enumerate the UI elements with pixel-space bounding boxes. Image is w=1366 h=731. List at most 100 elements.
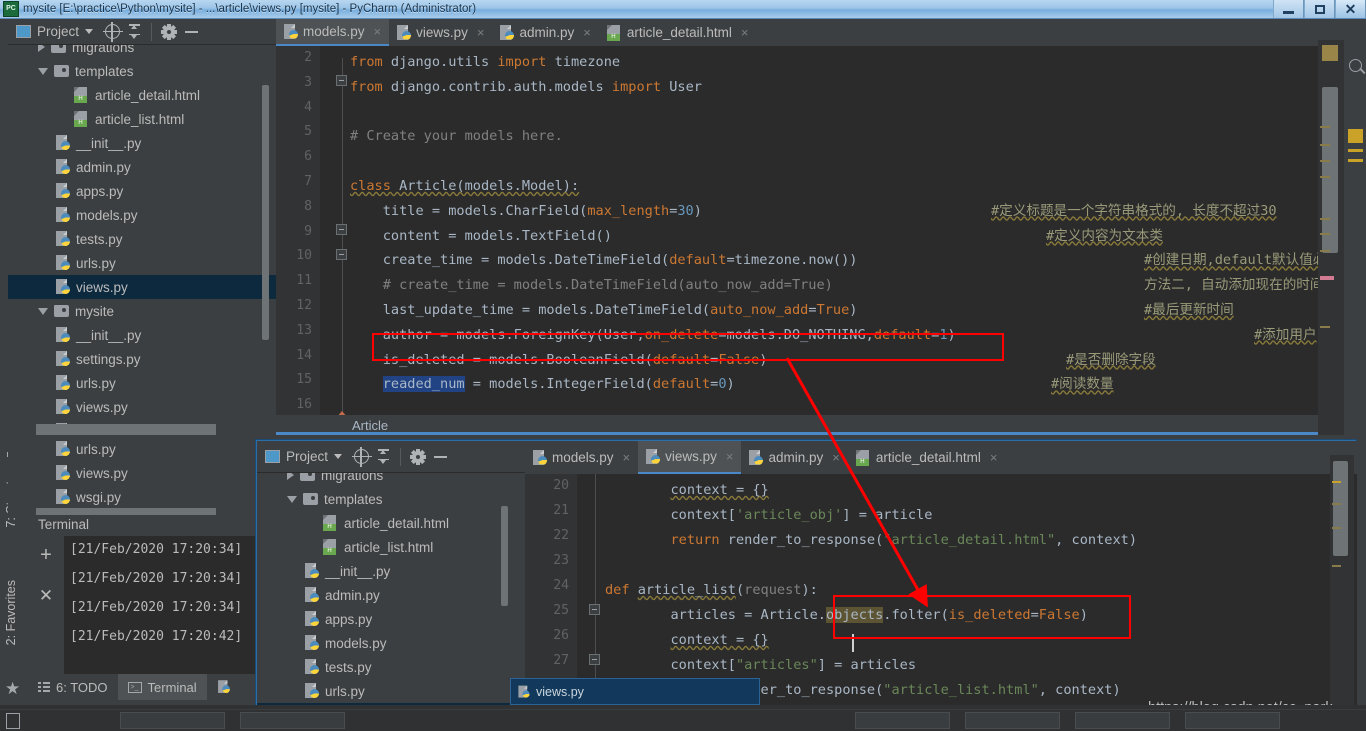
code-line[interactable]: from django.utils import timezone [350, 50, 620, 75]
tree-item-tests-py[interactable]: tests.py [8, 227, 276, 251]
editor-tabs-bottom[interactable]: models.py × views.py × admin.py × Harticle_det… [525, 441, 1357, 474]
tree-item-models-py[interactable]: models.py [257, 631, 525, 655]
chevron-right-icon[interactable] [38, 45, 45, 52]
project-tree-scrollbar[interactable] [262, 85, 269, 340]
editor-scrollbar-column-bottom[interactable] [1330, 455, 1354, 705]
minimize-panel-icon[interactable] [180, 21, 202, 43]
editor-tab-admin-py[interactable]: admin.py × [741, 441, 847, 474]
tab-todo[interactable]: 6: TODO [28, 674, 118, 700]
tree-item---init---py[interactable]: __init__.py [257, 559, 525, 583]
tree-item-urls-py[interactable]: urls.py [8, 371, 276, 395]
taskbar-item[interactable] [120, 712, 225, 729]
editor-tabs-top[interactable]: models.py × views.py × admin.py × Harticle_det… [276, 19, 1358, 46]
taskbar-item[interactable] [965, 712, 1060, 729]
editor-tab-models-py[interactable]: models.py × [276, 19, 390, 46]
close-icon[interactable]: × [374, 24, 382, 39]
code-fold-marker[interactable] [336, 249, 347, 260]
overlap-horizontal-scrollbar[interactable] [36, 508, 216, 515]
code-line[interactable]: author = models.ForeignKey(User,on_delet… [350, 323, 956, 348]
tree-item-article-detail-html[interactable]: Harticle_detail.html [257, 511, 525, 535]
editor-tab-article-detail-html[interactable]: Harticle_detail.html × [599, 19, 757, 46]
project-tree-top[interactable]: migrations templates Harticle_detail.html H… [8, 45, 276, 435]
code-line[interactable]: readed_num = models.IntegerField(default… [350, 372, 735, 397]
maximize-button[interactable] [1304, 0, 1335, 18]
close-button[interactable]: ✕ [1335, 0, 1366, 18]
tree-item-migrations[interactable]: migrations [257, 473, 525, 487]
code-line[interactable]: class Article(models.Model): [350, 174, 579, 199]
chevron-down-icon[interactable] [38, 307, 48, 315]
code-line[interactable]: context["articles"] = articles [605, 653, 916, 678]
tree-item-migrations[interactable]: migrations [8, 45, 276, 59]
bottom-tool-tabs[interactable]: 6: TODO >_ Terminal [28, 674, 256, 700]
code-line[interactable]: # create_time = models.DateTimeField(aut… [350, 273, 833, 298]
target-icon[interactable] [350, 446, 372, 468]
taskbar-start-icon[interactable] [6, 713, 20, 729]
close-icon[interactable]: × [832, 450, 840, 465]
code-editor-top[interactable]: 2 from django.utils import timezone 3 from … [276, 46, 1358, 416]
code-line[interactable]: from django.contrib.auth.models import U… [350, 75, 702, 100]
code-line[interactable]: create_time = models.DateTimeField(defau… [350, 248, 858, 273]
chevron-down-icon[interactable] [38, 67, 48, 75]
minimize-panel-icon[interactable] [429, 446, 451, 468]
collapse-all-icon[interactable] [123, 21, 145, 43]
code-line[interactable]: last_update_time = models.DateTimeField(… [350, 298, 858, 323]
project-tree-horizontal-scrollbar[interactable] [36, 424, 216, 435]
code-line[interactable]: context = {} [605, 628, 768, 653]
terminal-output[interactable]: [21/Feb/2020 17:20:34] [21/Feb/2020 17:20… [64, 536, 256, 674]
code-line[interactable]: content = models.TextField() [350, 224, 612, 249]
gear-icon[interactable] [407, 446, 429, 468]
project-tree-overlap-fragment[interactable]: urls.py views.py wsgi.py [8, 435, 220, 515]
editor-tab-views-py[interactable]: views.py × [638, 441, 742, 474]
code-fold-marker[interactable] [336, 224, 347, 235]
collapse-all-icon[interactable] [372, 446, 394, 468]
close-icon[interactable]: × [990, 450, 998, 465]
tree-item-settings-py[interactable]: settings.py [8, 347, 276, 371]
taskbar-item[interactable] [1185, 712, 1280, 729]
tree-item-templates[interactable]: templates [257, 487, 525, 511]
editor-tab-article-detail-html[interactable]: Harticle_detail.html × [848, 441, 1006, 474]
tree-item-views-py[interactable]: views.py [8, 395, 276, 419]
close-session-icon[interactable]: ✕ [38, 587, 54, 604]
tree-item-wsgi-py[interactable]: wsgi.py [8, 485, 220, 509]
tree-item-article-list-html[interactable]: Harticle_list.html [8, 107, 276, 131]
tree-item---init---py[interactable]: __init__.py [8, 131, 276, 155]
taskbar-preview-thumb[interactable]: views.py [510, 678, 760, 705]
tree-item-article-detail-html[interactable]: Harticle_detail.html [8, 83, 276, 107]
code-fold-marker[interactable] [336, 75, 347, 86]
chevron-down-icon[interactable] [287, 495, 297, 503]
tree-item-tests-py[interactable]: tests.py [257, 655, 525, 679]
favorites-tool-label[interactable]: 2: Favorites [4, 580, 18, 645]
tree-item-apps-py[interactable]: apps.py [8, 179, 276, 203]
code-line[interactable]: title = models.CharField(max_length=30) [350, 199, 702, 224]
project-tree-scrollbar-bottom[interactable] [501, 506, 508, 606]
close-icon[interactable]: × [741, 25, 749, 40]
tree-item---init---py[interactable]: __init__.py [8, 323, 276, 347]
tab-python-console[interactable] [207, 674, 241, 700]
tree-item-templates[interactable]: templates [8, 59, 276, 83]
gear-icon[interactable] [158, 21, 180, 43]
code-line[interactable]: # Create your models here. [350, 124, 563, 149]
tree-item-urls-py[interactable]: urls.py [257, 679, 525, 703]
tree-item-views-py[interactable]: views.py [8, 461, 220, 485]
minimize-button[interactable] [1273, 0, 1304, 18]
tree-item-apps-py[interactable]: apps.py [257, 607, 525, 631]
code-line[interactable]: articles = Article.objects.folter(is_del… [605, 603, 1088, 628]
tab-terminal[interactable]: >_ Terminal [117, 674, 207, 700]
code-line[interactable]: context['article_obj'] = article [605, 503, 932, 528]
chevron-right-icon[interactable] [287, 473, 294, 480]
editor-scrollbar-thumb-bottom[interactable] [1333, 461, 1348, 556]
tree-item-models-py[interactable]: models.py [8, 203, 276, 227]
code-fold-marker[interactable] [589, 604, 600, 615]
code-line[interactable]: context = {} [605, 478, 768, 503]
editor-scrollbar-column-top[interactable] [1318, 40, 1344, 435]
code-fold-marker[interactable] [589, 654, 600, 665]
project-tree-bottom[interactable]: migrations templates Harticle_detail.html H… [257, 473, 525, 716]
code-line[interactable]: def article_list(request): [605, 578, 818, 603]
editor-tab-models-py[interactable]: models.py × [525, 441, 638, 474]
star-icon[interactable]: ★ [5, 680, 20, 697]
chevron-down-icon[interactable] [85, 29, 94, 34]
chevron-down-icon[interactable] [334, 454, 343, 459]
code-line[interactable]: is_deleted = models.BooleanField(default… [350, 348, 768, 373]
editor-tab-admin-py[interactable]: admin.py × [492, 19, 598, 46]
plus-icon[interactable]: + [38, 545, 54, 565]
